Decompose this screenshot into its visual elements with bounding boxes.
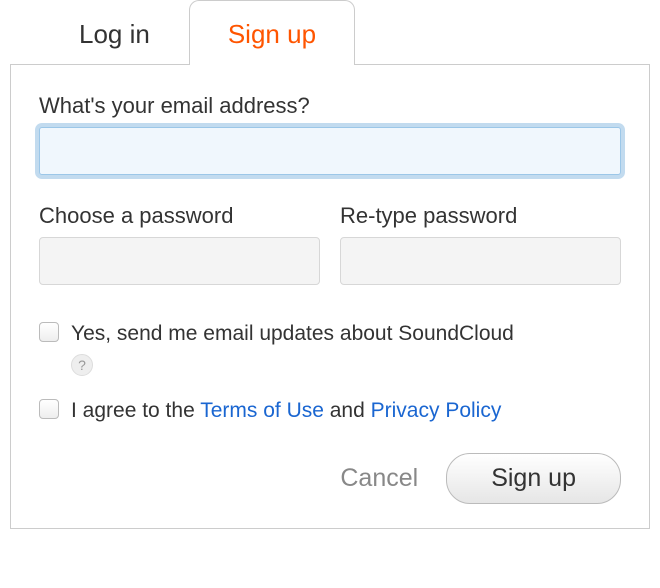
repassword-label: Re-type password <box>340 203 621 229</box>
privacy-link[interactable]: Privacy Policy <box>371 399 502 422</box>
agree-checkbox[interactable] <box>39 399 59 419</box>
updates-row: Yes, send me email updates about SoundCl… <box>39 319 621 378</box>
tab-signup[interactable]: Sign up <box>189 0 355 65</box>
terms-link[interactable]: Terms of Use <box>200 399 324 422</box>
email-label: What's your email address? <box>39 93 621 119</box>
actions-row: Cancel Sign up <box>39 453 621 504</box>
password-row: Choose a password Re-type password <box>39 203 621 285</box>
password-label: Choose a password <box>39 203 320 229</box>
tab-login[interactable]: Log in <box>40 0 189 64</box>
updates-label-wrap: Yes, send me email updates about SoundCl… <box>71 319 514 378</box>
updates-checkbox[interactable] <box>39 322 59 342</box>
agree-mid: and <box>324 399 371 422</box>
repassword-field[interactable] <box>340 237 621 285</box>
cancel-button[interactable]: Cancel <box>340 464 418 493</box>
signup-panel: What's your email address? Choose a pass… <box>10 64 650 529</box>
updates-label: Yes, send me email updates about SoundCl… <box>71 322 514 345</box>
agree-prefix: I agree to the <box>71 399 200 422</box>
agree-label: I agree to the Terms of Use and Privacy … <box>71 396 501 425</box>
agree-row: I agree to the Terms of Use and Privacy … <box>39 396 621 425</box>
signup-button[interactable]: Sign up <box>446 453 621 504</box>
email-field[interactable] <box>39 127 621 175</box>
auth-tabs: Log in Sign up <box>0 0 660 64</box>
password-field[interactable] <box>39 237 320 285</box>
help-icon[interactable]: ? <box>71 354 93 376</box>
